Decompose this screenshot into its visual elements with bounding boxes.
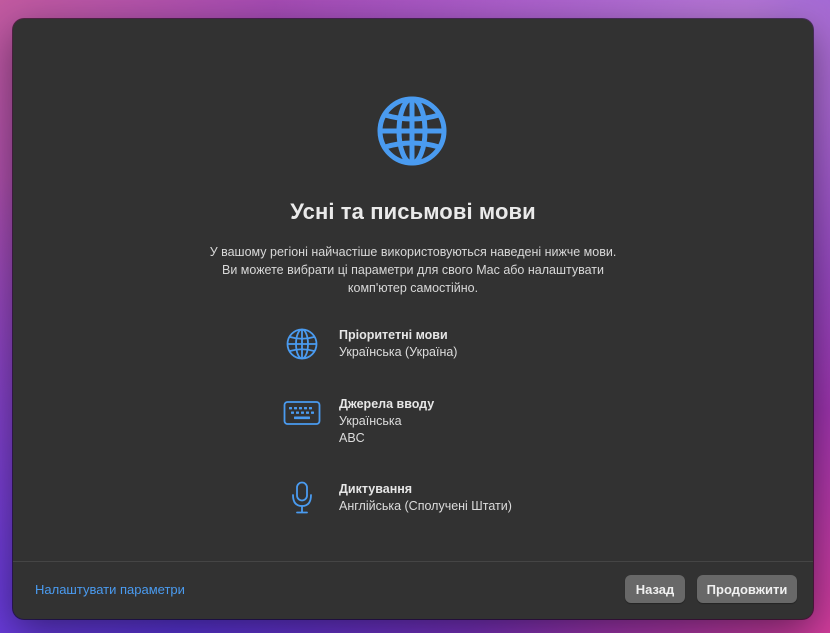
customize-settings-link[interactable]: Налаштувати параметри	[35, 582, 185, 597]
input-source-ukrainian: Українська	[339, 414, 402, 428]
keyboard-icon	[283, 401, 321, 425]
footer-divider	[13, 561, 813, 562]
dictation-heading: Диктування	[339, 482, 413, 496]
preferred-languages-value: Українська (Україна)	[339, 345, 458, 359]
continue-button[interactable]: Продовжити	[697, 575, 797, 603]
dictation-value: Англійська (Сполучені Штати)	[339, 499, 512, 513]
globe-icon	[286, 328, 318, 360]
preferred-languages-heading: Пріоритетні мови	[339, 328, 448, 342]
page-title: Усні та письмові мови	[290, 199, 536, 224]
microphone-icon	[292, 481, 312, 514]
input-sources-heading: Джерела вводу	[339, 397, 435, 411]
back-button[interactable]: Назад	[625, 575, 685, 603]
setup-assistant-window: Усні та письмові мови У вашому регіоні н…	[13, 19, 813, 619]
globe-icon	[377, 96, 447, 166]
page-description: У вашому регіоні найчастіше використовую…	[209, 245, 617, 295]
input-source-abc: ABC	[339, 431, 365, 445]
